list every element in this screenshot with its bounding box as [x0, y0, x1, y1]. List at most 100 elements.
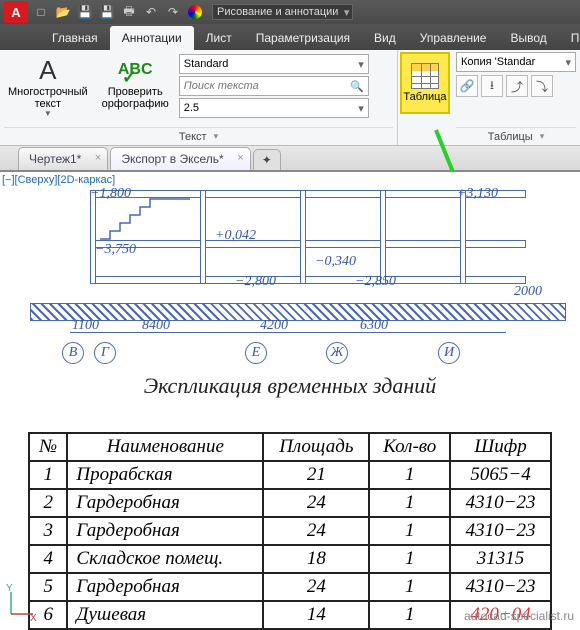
cell-code: 31315: [450, 545, 551, 573]
panel-tables-title[interactable]: Таблицы: [456, 127, 576, 145]
spell-label1: Проверить: [108, 86, 163, 98]
extract2-icon[interactable]: ⤵: [531, 75, 553, 97]
panel-tables: Копия 'Standar 🔗 ⭳ ⤴ ⤵ Таблицы: [452, 50, 580, 145]
cell-num: 2: [29, 489, 67, 517]
tab-parametric[interactable]: Параметризация: [244, 26, 362, 50]
workspace-selector[interactable]: Рисование и аннотации: [212, 4, 353, 20]
cell-code: 4310−23: [450, 573, 551, 601]
doc-tab-1-label: Чертеж1*: [29, 152, 81, 166]
find-text-input[interactable]: [179, 76, 369, 96]
table-row[interactable]: 3Гардеробная2414310−23: [29, 517, 551, 545]
cell-code: 5065−4: [450, 461, 551, 489]
cell-area: 24: [263, 573, 369, 601]
cell-area: 18: [263, 545, 369, 573]
cell-name: Гардеробная: [67, 517, 263, 545]
table-style-combo[interactable]: Копия 'Standar: [456, 52, 576, 72]
table-label: Таблица: [403, 91, 446, 103]
text-height-combo[interactable]: 2.5: [179, 98, 369, 118]
cell-qty: 1: [369, 517, 450, 545]
ucs-icon: YX: [6, 589, 36, 622]
cell-code: 4310−23: [450, 517, 551, 545]
qat-undo-icon[interactable]: ↶: [142, 3, 160, 21]
new-tab-button[interactable]: ✦: [253, 149, 281, 170]
col-name: Наименование: [67, 433, 263, 461]
mtext-button[interactable]: A Многострочный текст ▼: [4, 52, 92, 121]
table-icon: [411, 63, 439, 89]
panel-text: A Многострочный текст ▼ ABC✓ Проверить о…: [0, 50, 398, 145]
tab-layout[interactable]: Лист: [194, 26, 244, 50]
cell-name: Прорабская: [67, 461, 263, 489]
workspace-gear-icon[interactable]: [188, 5, 202, 19]
tab-output[interactable]: Вывод: [498, 26, 558, 50]
wall: [200, 190, 206, 284]
cell-name: Гардеробная: [67, 489, 263, 517]
elev-label: −2,800: [235, 274, 276, 290]
cell-qty: 1: [369, 489, 450, 517]
insert-table-button[interactable]: Таблица: [400, 52, 450, 114]
axis-marker: В: [62, 342, 84, 364]
close-icon[interactable]: ×: [237, 152, 243, 164]
wall: [380, 190, 386, 284]
quick-access-toolbar: A □ 📂 💾 💾 🖶 ↶ ↷ Рисование и аннотации: [0, 0, 580, 24]
table-row[interactable]: 5Гардеробная2414310−23: [29, 573, 551, 601]
tab-plugins[interactable]: Подкл: [559, 26, 580, 50]
document-tabs: Чертеж1* × Экспорт в Эксель*× ✦: [0, 146, 580, 172]
cell-area: 14: [263, 601, 369, 629]
extract-icon[interactable]: ⤴: [506, 75, 528, 97]
panel-text-title[interactable]: Текст: [4, 127, 393, 145]
chevron-down-icon: ▼: [44, 110, 52, 119]
qat-redo-icon[interactable]: ↷: [164, 3, 182, 21]
wall: [460, 190, 466, 284]
building-section: +3,130 +0,042 −0,340 −2,800 −2,850 −3,75…: [30, 184, 566, 359]
doc-tab-2[interactable]: Экспорт в Эксель*×: [110, 147, 250, 170]
axis-marker: Е: [245, 342, 267, 364]
download-icon[interactable]: ⭳: [481, 75, 503, 97]
link-data-icon[interactable]: 🔗: [456, 75, 478, 97]
col-area: Площадь: [263, 433, 369, 461]
cell-num: 1: [29, 461, 67, 489]
app-logo[interactable]: A: [4, 1, 28, 23]
ribbon-tabs: Главная Аннотации Лист Параметризация Ви…: [0, 24, 580, 50]
tab-annotations[interactable]: Аннотации: [110, 26, 194, 50]
cell-qty: 1: [369, 461, 450, 489]
elev-label: −1,800: [90, 186, 131, 202]
table-row[interactable]: 4Складское помещ.18131315: [29, 545, 551, 573]
text-style-combo[interactable]: Standard: [179, 54, 369, 74]
cell-qty: 1: [369, 545, 450, 573]
elev-label: +0,042: [215, 228, 256, 244]
col-qty: Кол-во: [369, 433, 450, 461]
qat-save-icon[interactable]: 💾: [76, 3, 94, 21]
find-text-field[interactable]: [184, 80, 352, 92]
explication-title: Экспликация временных зданий: [28, 373, 552, 399]
elev-label: −0,340: [315, 254, 356, 270]
explication-table-wrap: № Наименование Площадь Кол-во Шифр 1Прор…: [0, 432, 580, 630]
tab-home[interactable]: Главная: [40, 26, 110, 50]
dim-label: 6300: [360, 318, 388, 334]
axis-marker: Ж: [326, 342, 348, 364]
spellcheck-button[interactable]: ABC✓ Проверить орфографию: [98, 52, 173, 112]
doc-tab-1[interactable]: Чертеж1* ×: [18, 147, 108, 170]
cell-name: Душевая: [67, 601, 263, 629]
qat-saveas-icon[interactable]: 💾: [98, 3, 116, 21]
svg-text:X: X: [30, 613, 37, 624]
cell-num: 3: [29, 517, 67, 545]
qat-new-icon[interactable]: □: [32, 3, 50, 21]
spellcheck-icon: ABC✓: [118, 54, 153, 86]
col-code: Шифр: [450, 433, 551, 461]
tab-view[interactable]: Вид: [362, 26, 408, 50]
cell-name: Складское помещ.: [67, 545, 263, 573]
plus-icon: ✦: [262, 153, 272, 167]
explication-block: Экспликация временных зданий: [0, 367, 580, 407]
qat-plot-icon[interactable]: 🖶: [120, 3, 138, 21]
cell-qty: 1: [369, 601, 450, 629]
text-props: Standard 2.5: [179, 52, 369, 118]
elev-label: −3,750: [95, 242, 136, 258]
foundation: [30, 303, 566, 321]
elev-label: +3,130: [457, 186, 498, 202]
table-row[interactable]: 1Прорабская2115065−4: [29, 461, 551, 489]
drawing-canvas[interactable]: [−][Сверху][2D-каркас] +3,130 +0,042 −0,…: [0, 172, 580, 432]
qat-open-icon[interactable]: 📂: [54, 3, 72, 21]
table-row[interactable]: 2Гардеробная2414310−23: [29, 489, 551, 517]
tab-manage[interactable]: Управление: [408, 26, 499, 50]
close-icon[interactable]: ×: [95, 152, 101, 164]
